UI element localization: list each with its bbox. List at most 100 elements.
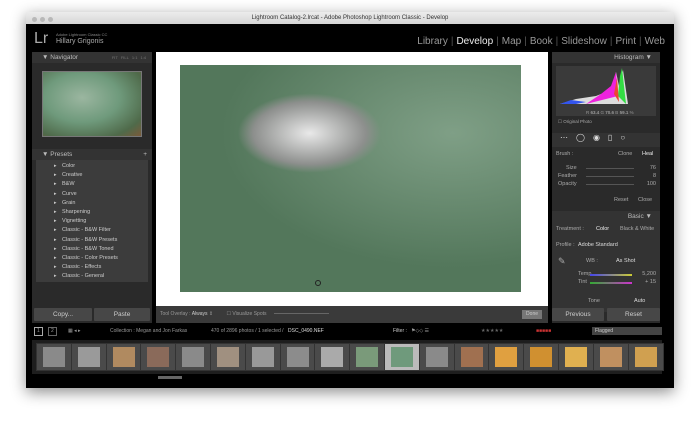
temp-slider[interactable] [590,274,632,276]
filmstrip-thumbnail[interactable] [384,343,420,371]
filmstrip-thumbnail[interactable] [244,343,281,371]
heal-button[interactable]: Heal [642,151,653,157]
presets-header[interactable]: ▼ Presets + [32,149,152,160]
filmstrip-thumbnail[interactable] [140,343,177,371]
filmstrip-thumbnail[interactable] [279,343,316,371]
wb-select[interactable]: As Shot [616,258,635,264]
zoom-2[interactable]: 1:1 [132,55,138,60]
grid-nav-icons[interactable]: ▦ ◂ ▸ [68,325,81,337]
preset-folder[interactable]: Curve [36,190,148,199]
treatment-color[interactable]: Color [596,226,609,232]
basic-header[interactable]: Basic ▼ [552,211,660,222]
filmstrip-thumbnail[interactable] [592,343,629,371]
hist-g: 70.6 [605,110,615,115]
image-canvas[interactable] [156,52,548,306]
module-web[interactable]: Web [642,36,668,47]
histogram-header[interactable]: Histogram ▼ [552,52,660,63]
original-photo-checkbox[interactable]: ☐ Original Photo [552,119,660,125]
visualize-slider[interactable] [273,313,329,315]
feather-value[interactable]: 8 [653,173,656,179]
module-map[interactable]: Map [499,36,524,47]
lr-logo: Lr [34,30,49,47]
module-library[interactable]: Library [414,36,451,47]
preset-folder[interactable]: Creative [36,171,148,180]
brush-reset-button[interactable]: Reset [614,197,628,203]
preset-folder[interactable]: Classic - B&W Filter [36,226,148,235]
hist-r: 63.4 [590,110,600,115]
brush-close-button[interactable]: Close [638,197,652,203]
tool-strip[interactable]: ⋯◯◉▯○ [552,133,660,147]
filmstrip-thumbnail[interactable] [453,343,490,371]
opacity-value[interactable]: 100 [647,181,656,187]
preset-folder[interactable]: Classic - Color Presets [36,254,148,263]
auto-tone-button[interactable]: Auto [634,298,645,304]
eyedropper-icon[interactable]: ✎ [558,256,566,267]
clone-button[interactable]: Clone [618,151,632,157]
done-button[interactable]: Done [522,310,542,319]
main-photo[interactable] [180,65,521,292]
filmstrip-thumbnail[interactable] [558,343,594,371]
opacity-slider[interactable] [586,184,634,185]
filmstrip-thumbnail[interactable] [418,343,455,371]
tint-label: Tint [578,279,587,285]
view-1-button[interactable]: 1 [34,327,43,336]
filmstrip-thumbnail[interactable] [105,343,142,371]
preset-folder[interactable]: Classic - General [36,272,148,281]
filmstrip-thumbnail[interactable] [523,343,560,371]
filmstrip-thumbnail[interactable] [70,343,107,371]
copy-button[interactable]: Copy... [34,308,92,321]
zoom-options[interactable]: FIT FILL 1:1 1:4 [109,52,146,63]
temp-value[interactable]: 5,200 [642,271,656,277]
paste-button[interactable]: Paste [94,308,150,321]
previous-button[interactable]: Previous [552,308,604,321]
preset-folder[interactable]: Sharpening [36,208,148,217]
zoom-0[interactable]: FIT [112,55,118,60]
left-panel: ▼ Navigator FITFILL1:11:4 ▼ Presets+ Col… [32,52,152,323]
preset-folder[interactable]: Color [36,162,148,171]
histogram-title: Histogram [614,54,644,61]
rating-filter[interactable]: ★★★★★ [481,325,503,337]
preset-folder[interactable]: B&W [36,180,148,189]
filter-label: Filter : [393,328,407,334]
treatment-bw[interactable]: Black & White [620,226,654,232]
navigator-preview[interactable] [42,71,142,137]
app-window: Lightroom Catalog-2.lrcat - Adobe Photos… [26,12,674,388]
module-develop[interactable]: Develop [453,36,496,47]
collection-name[interactable]: Collection : Megan and Jon Farkas [110,325,187,337]
profile-select[interactable]: Adobe Standard [578,242,618,248]
add-preset-button[interactable]: + [143,149,147,160]
filmstrip-thumbnail[interactable] [349,343,386,371]
filmstrip-thumbnail[interactable] [175,343,212,371]
tool-overlay-select[interactable]: Always [192,311,208,317]
filename[interactable]: DSC_0490.NEF [288,325,324,337]
flag-filter-icons[interactable]: ⚑◇◇ ☰ [411,325,429,337]
size-slider[interactable] [586,168,634,169]
filmstrip-thumbnail[interactable] [36,343,72,371]
preset-folder[interactable]: Grain [36,199,148,208]
reset-button[interactable]: Reset [607,308,660,321]
zoom-1[interactable]: FILL [121,55,129,60]
color-label-filter[interactable]: ■■■■■ [536,325,551,337]
module-print[interactable]: Print [612,36,639,47]
zoom-3[interactable]: 1:4 [140,55,146,60]
navigator-header[interactable]: ▼ Navigator FIT FILL 1:1 1:4 [32,52,152,63]
size-value[interactable]: 76 [650,165,656,171]
feather-slider[interactable] [586,176,634,177]
visualize-spots-checkbox[interactable]: Visualize Spots [232,311,266,317]
module-book[interactable]: Book [527,36,556,47]
preset-folder[interactable]: Classic - Effects [36,263,148,272]
filmstrip-scrollbar[interactable] [158,376,182,379]
filmstrip-thumbnail[interactable] [627,343,664,371]
filmstrip-thumbnail[interactable] [210,343,246,371]
preset-folder[interactable]: Classic - B&W Presets [36,236,148,245]
module-picker: Library | Develop | Map | Book | Slideshow | Print… [414,36,668,47]
module-slideshow[interactable]: Slideshow [558,36,610,47]
preset-folder[interactable]: Vignetting [36,217,148,226]
tint-slider[interactable] [590,282,632,284]
view-2-button[interactable]: 2 [48,327,57,336]
filter-preset-select[interactable]: Flagged [592,327,662,335]
filmstrip-thumbnail[interactable] [314,343,351,371]
preset-folder[interactable]: Classic - B&W Toned [36,245,148,254]
filmstrip-thumbnail[interactable] [488,343,525,371]
tint-value[interactable]: + 15 [645,279,656,285]
